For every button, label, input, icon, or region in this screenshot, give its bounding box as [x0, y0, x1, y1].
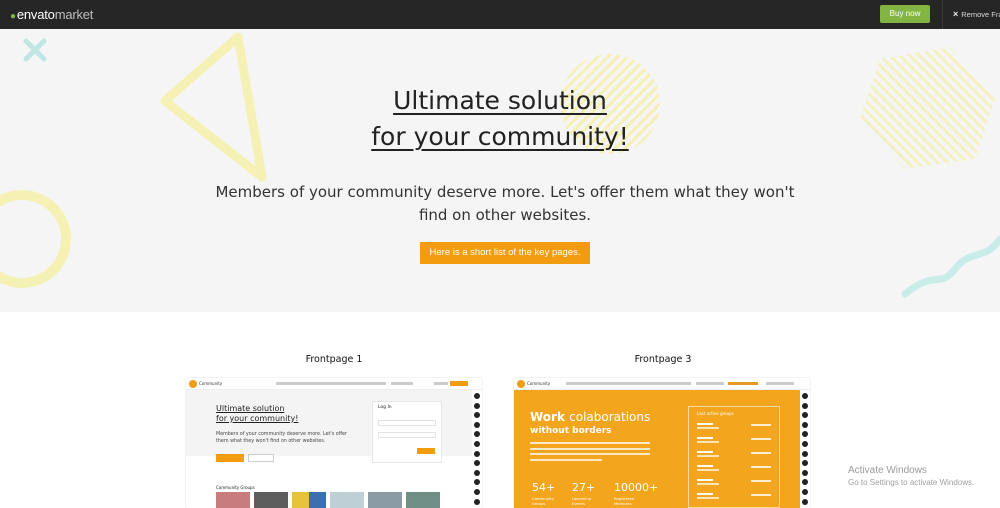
mini-submit [417, 448, 435, 454]
mini-panel-title: Last active groups [697, 411, 734, 416]
mini-primary-button [216, 454, 244, 462]
mini-member-avatars [800, 390, 810, 508]
mini-search [391, 382, 413, 385]
remove-frame-label: Remove Fra [961, 10, 1000, 19]
hero-subtitle: Members of your community deserve more. … [215, 183, 795, 224]
mini-username-field [378, 420, 436, 426]
close-icon: × [953, 9, 959, 19]
preview-title-frontpage-3: Frontpage 3 [634, 354, 692, 365]
decorative-shapes [0, 32, 1000, 298]
group-thumb [368, 492, 402, 508]
stat-label: Registered Members [614, 496, 635, 506]
mini-user [766, 382, 794, 385]
remove-frame-link[interactable]: × Remove Fra [953, 9, 1000, 19]
key-pages-button[interactable]: Here is a short list of the key pages. [420, 242, 590, 264]
hero-title: Ultimate solution for your community! [0, 83, 1000, 155]
preview-frontpage-1[interactable]: Community Ultimate solution for your com… [186, 378, 482, 508]
mini-nav-links [276, 382, 386, 385]
mini-login-form: Log In [372, 401, 442, 463]
mini-panel-row [697, 423, 771, 431]
activate-windows-title: Activate Windows [848, 465, 927, 476]
mini-login [434, 382, 448, 385]
stat-value: 54+ [532, 481, 556, 494]
logo-main-text: envato [16, 7, 55, 22]
mini-navbar: Community [186, 378, 482, 390]
mini-hero-title: Ultimate solution for your community! [216, 404, 299, 423]
mini-login-label: Log In [378, 405, 392, 410]
stat-label: Community Groups [532, 496, 554, 506]
logo-suffix-text: market [54, 7, 94, 22]
mini-nav-links [566, 382, 691, 385]
mini-groups-panel: Last active groups [688, 406, 780, 508]
mini-hero-text: Members of your community deserve more. … [216, 432, 347, 444]
hero-section: Ultimate solution for your community! Me… [0, 29, 1000, 312]
squiggle-shape [901, 235, 1000, 298]
mini-member-avatars [472, 390, 482, 508]
leaf-icon: ● [10, 11, 16, 22]
stat-value: 10000+ [614, 481, 659, 494]
mini-panel-row [697, 437, 771, 445]
mini-groups-label: Community Groups [216, 485, 255, 490]
mini-icons [728, 382, 758, 385]
topbar-divider [942, 0, 943, 29]
mini-hero-title: Work colaborations [530, 410, 651, 424]
preview-frontpage-3[interactable]: Community Work colaborations without bor… [514, 378, 810, 508]
group-thumb [406, 492, 440, 508]
group-thumb [216, 492, 250, 508]
mini-logo: Community [189, 380, 222, 388]
mini-logo: Community [517, 380, 550, 388]
circle-shape [0, 190, 71, 288]
preview-title-frontpage-1: Frontpage 1 [305, 354, 363, 365]
mini-hero-text [530, 442, 650, 468]
mini-panel-row [697, 479, 771, 487]
buy-now-button[interactable]: Buy now [880, 5, 930, 23]
hero-title-line2: for your community! [371, 122, 629, 151]
mini-panel-row [697, 493, 771, 501]
hero-title-line1: Ultimate solution [393, 86, 607, 115]
stat-label: Upcoming Events [572, 496, 592, 506]
group-thumb [330, 492, 364, 508]
mini-hero-subtitle: without borders [530, 426, 612, 436]
mini-navbar: Community [514, 378, 810, 390]
group-thumb [292, 492, 326, 508]
envato-market-logo[interactable]: ●envatomarket [10, 7, 93, 22]
mini-search [696, 382, 724, 385]
mini-panel-row [697, 451, 771, 459]
mini-panel-row [697, 465, 771, 473]
stat-value: 27+ [572, 481, 596, 494]
mini-register [450, 381, 468, 386]
cross-shape [23, 38, 47, 62]
group-thumb [254, 492, 288, 508]
activate-windows-hint: Go to Settings to activate Windows. [848, 478, 975, 487]
envato-topbar: ●envatomarket Buy now × Remove Fra [0, 0, 1000, 29]
mini-password-field [378, 432, 436, 438]
mini-secondary-button [248, 454, 274, 462]
